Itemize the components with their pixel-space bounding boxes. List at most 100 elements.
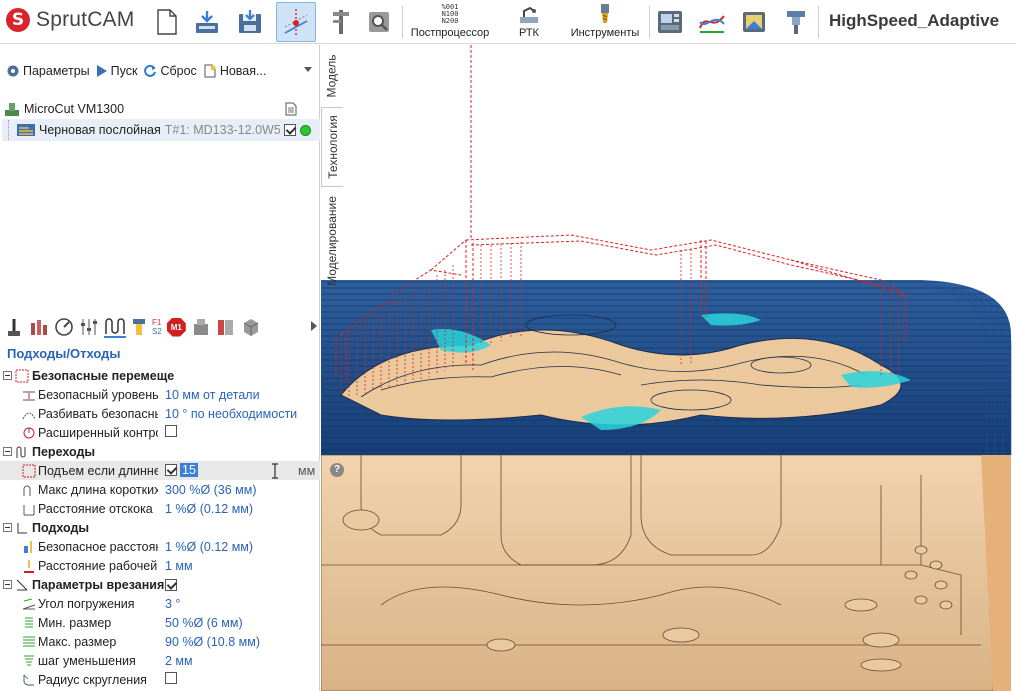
left-panel: Параметры Пуск Сброс Новая... MicroCut V…: [0, 45, 320, 691]
prop-work-dist[interactable]: Расстояние рабочей 1 мм: [0, 556, 320, 575]
lift-if-longer-input[interactable]: 15: [180, 463, 198, 477]
round-radius-value[interactable]: [165, 672, 177, 687]
prop-max-short-len[interactable]: Макс длина коротких 300 %Ø (36 мм): [0, 480, 320, 499]
collapse-icon[interactable]: [3, 371, 12, 380]
prop-safe-dist[interactable]: Безопасное расстояние 1 %Ø (0.12 мм): [0, 537, 320, 556]
caliper-icon: [333, 10, 349, 34]
toolbar-separator: [402, 6, 403, 38]
tabs-scroll-right-icon[interactable]: [311, 321, 317, 331]
group-transitions[interactable]: Переходы: [0, 442, 320, 461]
postprocessor-label: Постпроцессор: [410, 27, 490, 39]
help-icon[interactable]: ?: [330, 463, 344, 477]
tab-model[interactable]: [241, 317, 261, 337]
tab-tool-holder[interactable]: [131, 317, 147, 337]
extended-control-checkbox[interactable]: [165, 425, 177, 437]
split-safe-value[interactable]: 10 ° по необходимости: [165, 407, 297, 421]
play-icon: [96, 65, 107, 77]
round-radius-checkbox[interactable]: [165, 672, 177, 684]
tree-item-machine[interactable]: MicroCut VM1300: [4, 99, 320, 119]
prop-retract-dist[interactable]: Расстояние отскока 1 %Ø (0.12 мм): [0, 499, 320, 518]
collapse-icon[interactable]: [3, 580, 12, 589]
restrictions-icon: [217, 320, 233, 335]
tool-holder-button[interactable]: [780, 2, 812, 42]
collapse-icon[interactable]: [3, 447, 12, 456]
reset-button[interactable]: Сброс: [143, 64, 197, 78]
measure-button[interactable]: [364, 2, 394, 42]
prop-plunge-angle[interactable]: Угол погружения 3 °: [0, 594, 320, 613]
document-icon: [285, 102, 297, 116]
work-dist-value[interactable]: 1 мм: [165, 559, 193, 573]
collapse-icon[interactable]: [3, 523, 12, 532]
group-safe-moves[interactable]: Безопасные перемещения: [0, 366, 320, 385]
tools-button[interactable]: Инструменты: [566, 2, 644, 42]
tab-modeling-vertical[interactable]: Моделирование: [321, 191, 343, 291]
plunge-params-icon: [15, 578, 29, 592]
prop-round-radius[interactable]: Радиус скругления: [0, 670, 320, 689]
parameters-button[interactable]: Параметры: [6, 64, 90, 78]
min-size-value[interactable]: 50 %Ø (6 мм): [165, 616, 243, 630]
tab-model-vertical[interactable]: Модель: [321, 47, 343, 105]
prop-max-size[interactable]: Макс. размер 90 %Ø (10.8 мм): [0, 632, 320, 651]
caliper-button[interactable]: [326, 2, 356, 42]
group-plunge-params[interactable]: Параметры врезания: [0, 575, 320, 594]
prop-split-safe[interactable]: Разбивать безопасные 10 ° по необходимос…: [0, 404, 320, 423]
max-short-len-label: Макс длина коротких: [38, 482, 158, 497]
refresh-icon: [144, 64, 157, 77]
prop-extended-control[interactable]: Расширенный контроль: [0, 423, 320, 442]
tab-feeds[interactable]: [54, 317, 74, 337]
gauge-icon: [55, 318, 73, 336]
new-file-button[interactable]: [153, 2, 181, 42]
chevron-down-icon[interactable]: [304, 67, 312, 72]
new-operation-button[interactable]: Новая...: [203, 64, 266, 78]
prop-safe-level[interactable]: Безопасный уровень 10 мм от детали: [0, 385, 320, 404]
machine-control-button[interactable]: [654, 2, 686, 42]
step-decrease-value[interactable]: 2 мм: [165, 654, 193, 668]
tab-levels[interactable]: [79, 317, 99, 337]
main-toolbar: S SprutCAM %001 N100 N200 Постпроцессор …: [0, 0, 1016, 44]
operation-enabled-checkbox[interactable]: [283, 124, 296, 136]
tab-approaches[interactable]: [104, 316, 126, 338]
min-size-label: Мин. размер: [38, 615, 112, 630]
run-button[interactable]: Пуск: [96, 64, 138, 78]
max-short-len-value[interactable]: 300 %Ø (36 мм): [165, 483, 257, 497]
max-size-value[interactable]: 90 %Ø (10.8 мм): [165, 635, 260, 649]
tab-technology-vertical[interactable]: Технология: [321, 107, 343, 187]
retract-icon: [20, 502, 38, 516]
rtk-button[interactable]: РТК: [508, 2, 550, 42]
run-label: Пуск: [110, 64, 138, 78]
3d-viewport[interactable]: [321, 45, 1016, 691]
open-file-icon: [196, 11, 218, 33]
plunge-params-checkbox[interactable]: [165, 578, 177, 591]
retract-dist-value[interactable]: 1 %Ø (0.12 мм): [165, 502, 253, 516]
tab-restrictions[interactable]: [216, 317, 236, 337]
extended-control-value[interactable]: [165, 425, 177, 440]
max-size-label: Макс. размер: [38, 634, 117, 649]
step-decrease-icon: [20, 654, 38, 668]
lift-if-longer-editor[interactable]: 15: [165, 463, 198, 477]
group-approaches[interactable]: Подходы: [0, 518, 320, 537]
tab-strategy[interactable]: [29, 317, 49, 337]
plunge-angle-value[interactable]: 3 °: [165, 597, 180, 611]
tab-m-codes[interactable]: M1: [166, 317, 186, 337]
toolpath-mode-button[interactable]: [276, 2, 316, 42]
graphs-button[interactable]: [696, 2, 728, 42]
group-transitions-label: Переходы: [32, 444, 96, 459]
round-radius-label: Радиус скругления: [38, 672, 147, 687]
tab-feeds-speeds[interactable]: F1 S2: [152, 318, 162, 336]
tab-workpiece[interactable]: [191, 317, 211, 337]
toolpath-icon: [284, 9, 308, 35]
save-file-button[interactable]: [236, 2, 264, 42]
open-file-button[interactable]: [193, 2, 221, 42]
tab-tool[interactable]: [4, 317, 24, 337]
cnc-panel-icon: [658, 11, 682, 33]
prop-lift-if-longer[interactable]: Подъем если длиннее 15 мм: [0, 461, 320, 480]
simulation-button[interactable]: [738, 2, 770, 42]
safe-dist-value[interactable]: 1 %Ø (0.12 мм): [165, 540, 253, 554]
lift-if-longer-checkbox[interactable]: [165, 464, 177, 476]
prop-min-size[interactable]: Мин. размер 50 %Ø (6 мм): [0, 613, 320, 632]
prop-step-decrease[interactable]: шаг уменьшения 2 мм: [0, 651, 320, 670]
safe-dist-label: Безопасное расстояние: [38, 539, 158, 554]
tree-item-operation[interactable]: Черновая послойная T#1: MD133-12.0W5: [2, 119, 320, 141]
safe-level-value[interactable]: 10 мм от детали: [165, 388, 260, 402]
postprocessor-button[interactable]: %001 N100 N200 Постпроцессор: [406, 2, 494, 42]
